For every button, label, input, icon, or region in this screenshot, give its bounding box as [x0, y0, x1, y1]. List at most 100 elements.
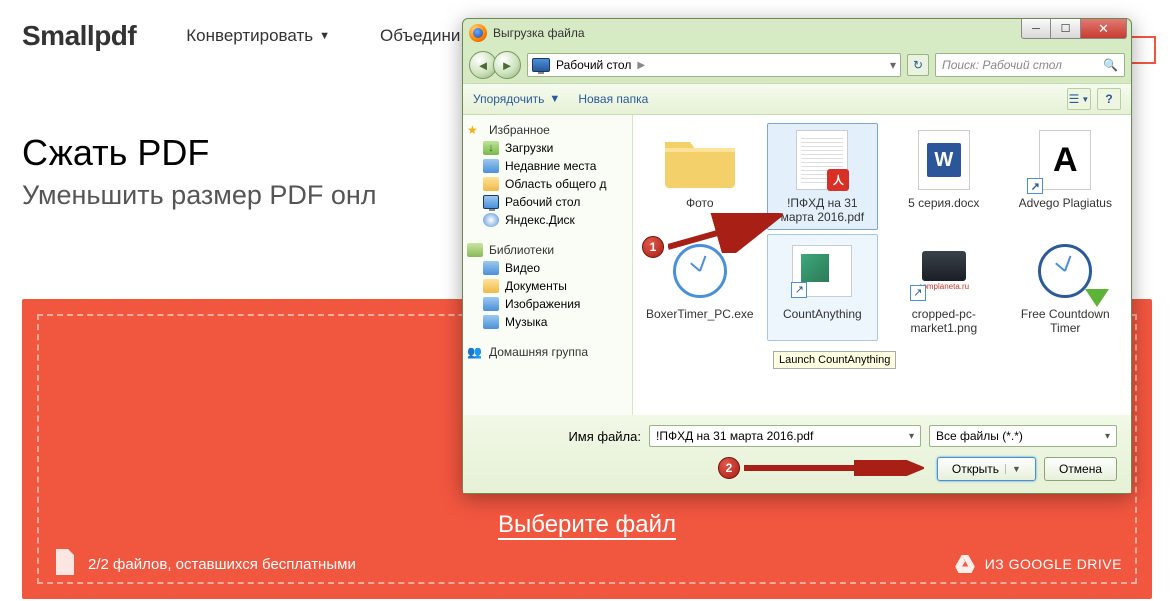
tree-libraries[interactable]: Библиотеки [467, 243, 628, 257]
annotation-arrow-1 [668, 213, 783, 253]
close-button[interactable]: ✕ [1081, 19, 1127, 39]
annotation-1: 1 [642, 236, 664, 258]
dialog-bottom: Имя файла: !ПФХД на 31 марта 2016.pdf Вс… [463, 415, 1131, 493]
image-thumb: complaneta.ru↗ [908, 239, 980, 303]
chevron-down-icon: ▼ [319, 30, 330, 42]
file-name: Advego Plagiatus [1013, 196, 1118, 210]
chevron-down-icon[interactable]: ▾ [890, 58, 896, 72]
search-icon: 🔍 [1103, 58, 1118, 72]
tree-yandex[interactable]: Яндекс.Диск [467, 211, 628, 229]
breadcrumb-label: Рабочий стол [556, 58, 631, 72]
word-thumb [908, 128, 980, 192]
tree-documents[interactable]: Документы [467, 277, 628, 295]
pdf-badge-icon: 人 [827, 169, 849, 191]
folder-icon [660, 128, 740, 192]
logo[interactable]: Smallpdf [22, 20, 136, 52]
tree-favorites[interactable]: ★Избранное [467, 123, 628, 137]
search-placeholder: Поиск: Рабочий стол [942, 58, 1062, 72]
breadcrumb[interactable]: Рабочий стол ▶ ▾ [527, 53, 901, 77]
file-item-pdf[interactable]: 人 !ПФХД на 31 марта 2016.pdf [767, 123, 878, 230]
tree-item-label: Яндекс.Диск [505, 213, 575, 227]
firefox-icon [469, 24, 487, 42]
file-name: Free Countdown Timer [1013, 307, 1118, 336]
choose-file-link[interactable]: Выберите файл [498, 511, 676, 539]
dialog-titlebar[interactable]: Выгрузка файла ─ ☐ ✕ [463, 19, 1131, 47]
file-name: 5 серия.docx [891, 196, 996, 210]
annotation-badge: 2 [718, 457, 740, 479]
images-icon [483, 297, 499, 311]
tree-item-label: Область общего д [505, 177, 607, 191]
dialog-toolbar: Упорядочить ▼ Новая папка ☰▼ ? [463, 83, 1131, 115]
file-name: Фото [646, 196, 754, 210]
tree-item-label: Музыка [505, 315, 547, 329]
annotation-2: 2 [718, 457, 740, 479]
organize-label: Упорядочить [473, 92, 544, 106]
tooltip: Launch CountAnything [773, 351, 896, 369]
shortcut-icon: ↗ [910, 285, 926, 301]
shortcut-icon: ↗ [1027, 178, 1043, 194]
refresh-button[interactable]: ↻ [907, 54, 929, 76]
file-name: CountAnything [770, 307, 875, 321]
files-left: 2/2 файлов, оставшихся бесплатными [52, 549, 356, 579]
tree-downloads[interactable]: ↓Загрузки [467, 139, 628, 157]
dialog-nav-row: ◄ ► Рабочий стол ▶ ▾ ↻ Поиск: Рабочий ст… [463, 47, 1131, 83]
file-item-advego[interactable]: A↗ Advego Plagiatus [1010, 123, 1121, 230]
minimize-button[interactable]: ─ [1021, 19, 1051, 39]
nav-merge-label: Объедини [380, 26, 460, 46]
new-folder-button[interactable]: Новая папка [578, 92, 648, 106]
video-icon [483, 261, 499, 275]
app-thumb: A↗ [1029, 128, 1101, 192]
nav-convert[interactable]: Конвертировать▼ [186, 26, 330, 46]
cancel-button[interactable]: Отмена [1044, 457, 1117, 481]
folder-icon [483, 177, 499, 191]
tree-favorites-label: Избранное [489, 123, 550, 137]
file-type-filter[interactable]: Все файлы (*.*) [929, 425, 1117, 447]
download-icon: ↓ [483, 141, 499, 155]
file-item-docx[interactable]: 5 серия.docx [888, 123, 999, 230]
filename-input[interactable]: !ПФХД на 31 марта 2016.pdf [649, 425, 921, 447]
highlight-box [1130, 36, 1156, 64]
tree-homegroup[interactable]: 👥Домашняя группа [467, 345, 628, 359]
from-google-drive[interactable]: ИЗ GOOGLE DRIVE [955, 555, 1122, 573]
files-left-text: 2/2 файлов, оставшихся бесплатными [88, 556, 356, 573]
file-icon [52, 549, 76, 579]
open-button[interactable]: Открыть▼ [937, 457, 1036, 481]
file-item-countdown[interactable]: Free Countdown Timer [1010, 234, 1121, 341]
help-button[interactable]: ? [1097, 88, 1121, 110]
from-drive-label: ИЗ GOOGLE DRIVE [985, 556, 1122, 572]
clock-thumb [1029, 239, 1101, 303]
file-name: BoxerTimer_PC.exe [646, 307, 754, 321]
file-name: cropped-pc-market1.png [891, 307, 996, 336]
forward-button[interactable]: ► [493, 51, 521, 79]
documents-icon [483, 279, 499, 293]
app-thumb: ↗ [786, 239, 858, 303]
chevron-down-icon: ▼ [549, 93, 560, 105]
desktop-icon [483, 195, 499, 209]
file-grid: Фото 人 !ПФХД на 31 марта 2016.pdf 5 сери… [633, 115, 1131, 415]
pdf-thumb: 人 [786, 128, 858, 192]
tree-item-label: Видео [505, 261, 540, 275]
tree-recent[interactable]: Недавние места [467, 157, 628, 175]
tree-item-label: Изображения [505, 297, 580, 311]
organize-menu[interactable]: Упорядочить ▼ [473, 92, 560, 106]
shortcut-icon: ↗ [791, 282, 807, 298]
tree-music[interactable]: Музыка [467, 313, 628, 331]
view-options-button[interactable]: ☰▼ [1067, 88, 1091, 110]
file-name: !ПФХД на 31 марта 2016.pdf [770, 196, 875, 225]
nav-merge[interactable]: Объедини [380, 26, 460, 46]
library-icon [467, 243, 483, 257]
chevron-right-icon: ▶ [637, 60, 645, 71]
file-item-countanything[interactable]: ↗ CountAnything [767, 234, 878, 341]
tree-public[interactable]: Область общего д [467, 175, 628, 193]
tree-item-label: Документы [505, 279, 567, 293]
google-drive-icon [955, 555, 975, 573]
file-item-png[interactable]: complaneta.ru↗ cropped-pc-market1.png [888, 234, 999, 341]
tree-video[interactable]: Видео [467, 259, 628, 277]
file-upload-dialog: Выгрузка файла ─ ☐ ✕ ◄ ► Рабочий стол ▶ … [462, 18, 1132, 494]
tree-desktop[interactable]: Рабочий стол [467, 193, 628, 211]
tree-images[interactable]: Изображения [467, 295, 628, 313]
music-icon [483, 315, 499, 329]
maximize-button[interactable]: ☐ [1051, 19, 1081, 39]
search-input[interactable]: Поиск: Рабочий стол 🔍 [935, 53, 1125, 77]
open-dropdown-icon[interactable]: ▼ [1005, 464, 1021, 474]
